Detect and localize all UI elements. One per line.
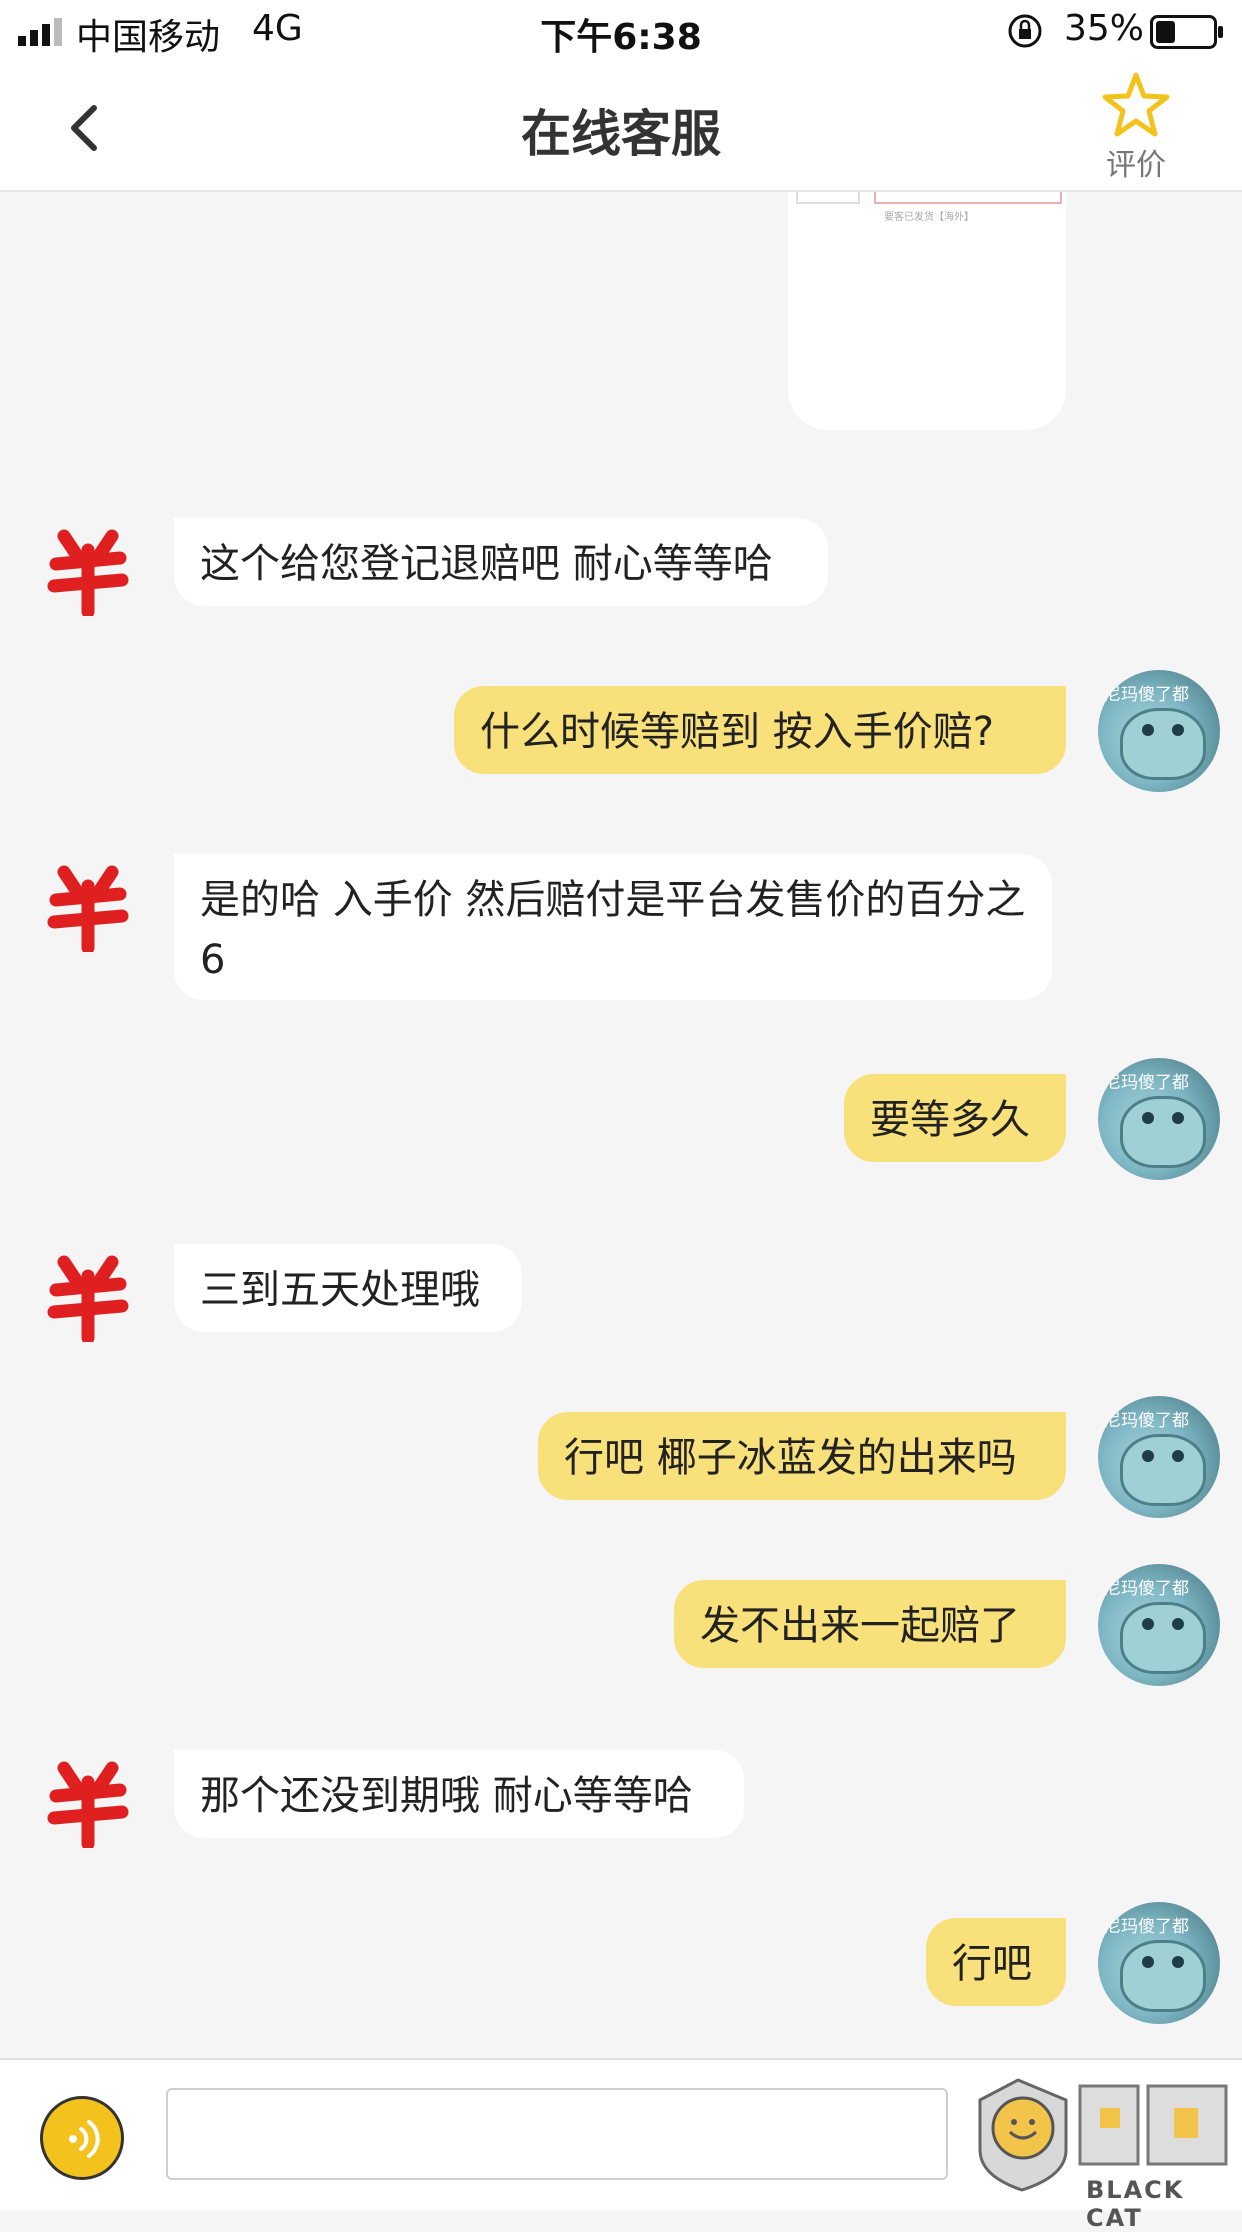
- star-icon: [1102, 72, 1170, 137]
- watermark-logo: BLACK CAT: [970, 2072, 1242, 2232]
- avatar-eye: [1172, 1450, 1184, 1462]
- status-bar: 中国移动 4G 下午6:38 35%: [0, 0, 1242, 62]
- avatar-face: [1120, 708, 1206, 780]
- battery-percent: 35%: [1064, 8, 1145, 49]
- user-avatar[interactable]: 尼玛傻了都: [1098, 1564, 1220, 1686]
- agent-avatar-icon: [47, 1255, 129, 1342]
- avatar-eye: [1142, 1618, 1154, 1630]
- message-input[interactable]: [166, 2088, 948, 2180]
- avatar-eye: [1172, 724, 1184, 736]
- voice-icon: [69, 2120, 100, 2158]
- message-bubble[interactable]: 这个给您登记退赔吧 耐心等等哈: [174, 518, 828, 606]
- preview-caption: 要客已发货【海外】: [884, 212, 974, 223]
- message-bubble[interactable]: 那个还没到期哦 耐心等等哈: [174, 1750, 744, 1838]
- agent-avatar-icon: [47, 1761, 129, 1848]
- avatar-face: [1120, 1602, 1206, 1674]
- message-bubble[interactable]: 要等多久: [844, 1074, 1066, 1162]
- avatar-eye: [1172, 1956, 1184, 1968]
- message-bubble[interactable]: 什么时候等赔到 按入手价赔?: [454, 686, 1066, 774]
- message-bubble[interactable]: 发不出来一起赔了: [674, 1580, 1066, 1668]
- battery-icon: [1150, 15, 1223, 49]
- chat-area[interactable]: 要客已发货【海外】 这个给您登记退赔吧 耐心等等哈什么时候等赔到 按入手价赔? 尼…: [0, 192, 1242, 2058]
- agent-avatar-icon: [47, 865, 129, 952]
- rate-button[interactable]: 评价: [1090, 72, 1182, 184]
- user-avatar[interactable]: 尼玛傻了都: [1098, 1058, 1220, 1180]
- avatar-eye: [1142, 1450, 1154, 1462]
- nav-bar: 在线客服 评价: [0, 62, 1242, 192]
- preview-field: [874, 192, 1062, 204]
- avatar-eye: [1142, 1956, 1154, 1968]
- avatar-face: [1120, 1940, 1206, 2012]
- agent-avatar-icon: [47, 529, 129, 616]
- avatar-eye: [1142, 724, 1154, 736]
- user-avatar[interactable]: 尼玛傻了都: [1098, 1396, 1220, 1518]
- avatar-caption: 尼玛傻了都: [1104, 1073, 1189, 1093]
- status-time: 下午6:38: [540, 17, 702, 58]
- input-bar: BLACK CAT: [0, 2058, 1242, 2232]
- message-bubble[interactable]: 行吧: [926, 1918, 1066, 2006]
- message-bubble[interactable]: 三到五天处理哦: [174, 1244, 522, 1332]
- battery-level: [1156, 21, 1175, 43]
- user-avatar[interactable]: 尼玛傻了都: [1098, 670, 1220, 792]
- user-avatar[interactable]: 尼玛傻了都: [1098, 1902, 1220, 2024]
- avatar-caption: 尼玛傻了都: [1104, 1917, 1189, 1937]
- rate-label: 评价: [1106, 148, 1166, 183]
- avatar-eye: [1172, 1618, 1184, 1630]
- avatar-caption: 尼玛傻了都: [1104, 685, 1189, 705]
- avatar-face: [1120, 1434, 1206, 1506]
- rotation-lock-icon: [1008, 14, 1042, 48]
- avatar-eye: [1172, 1112, 1184, 1124]
- avatar-caption: 尼玛傻了都: [1104, 1579, 1189, 1599]
- image-preview[interactable]: 要客已发货【海外】: [788, 192, 1066, 430]
- avatar-face: [1120, 1096, 1206, 1168]
- message-bubble[interactable]: 行吧 椰子冰蓝发的出来吗: [538, 1412, 1066, 1500]
- watermark-text: BLACK CAT: [1086, 2176, 1185, 2232]
- preview-field: [796, 192, 860, 204]
- message-bubble[interactable]: 是的哈 入手价 然后赔付是平台发售价的百分之6: [174, 854, 1052, 1000]
- page-title: 在线客服: [521, 105, 721, 163]
- voice-button[interactable]: [40, 2096, 124, 2180]
- black-cat-logo-icon: [978, 2078, 1228, 2192]
- avatar-eye: [1142, 1112, 1154, 1124]
- avatar-caption: 尼玛傻了都: [1104, 1411, 1189, 1431]
